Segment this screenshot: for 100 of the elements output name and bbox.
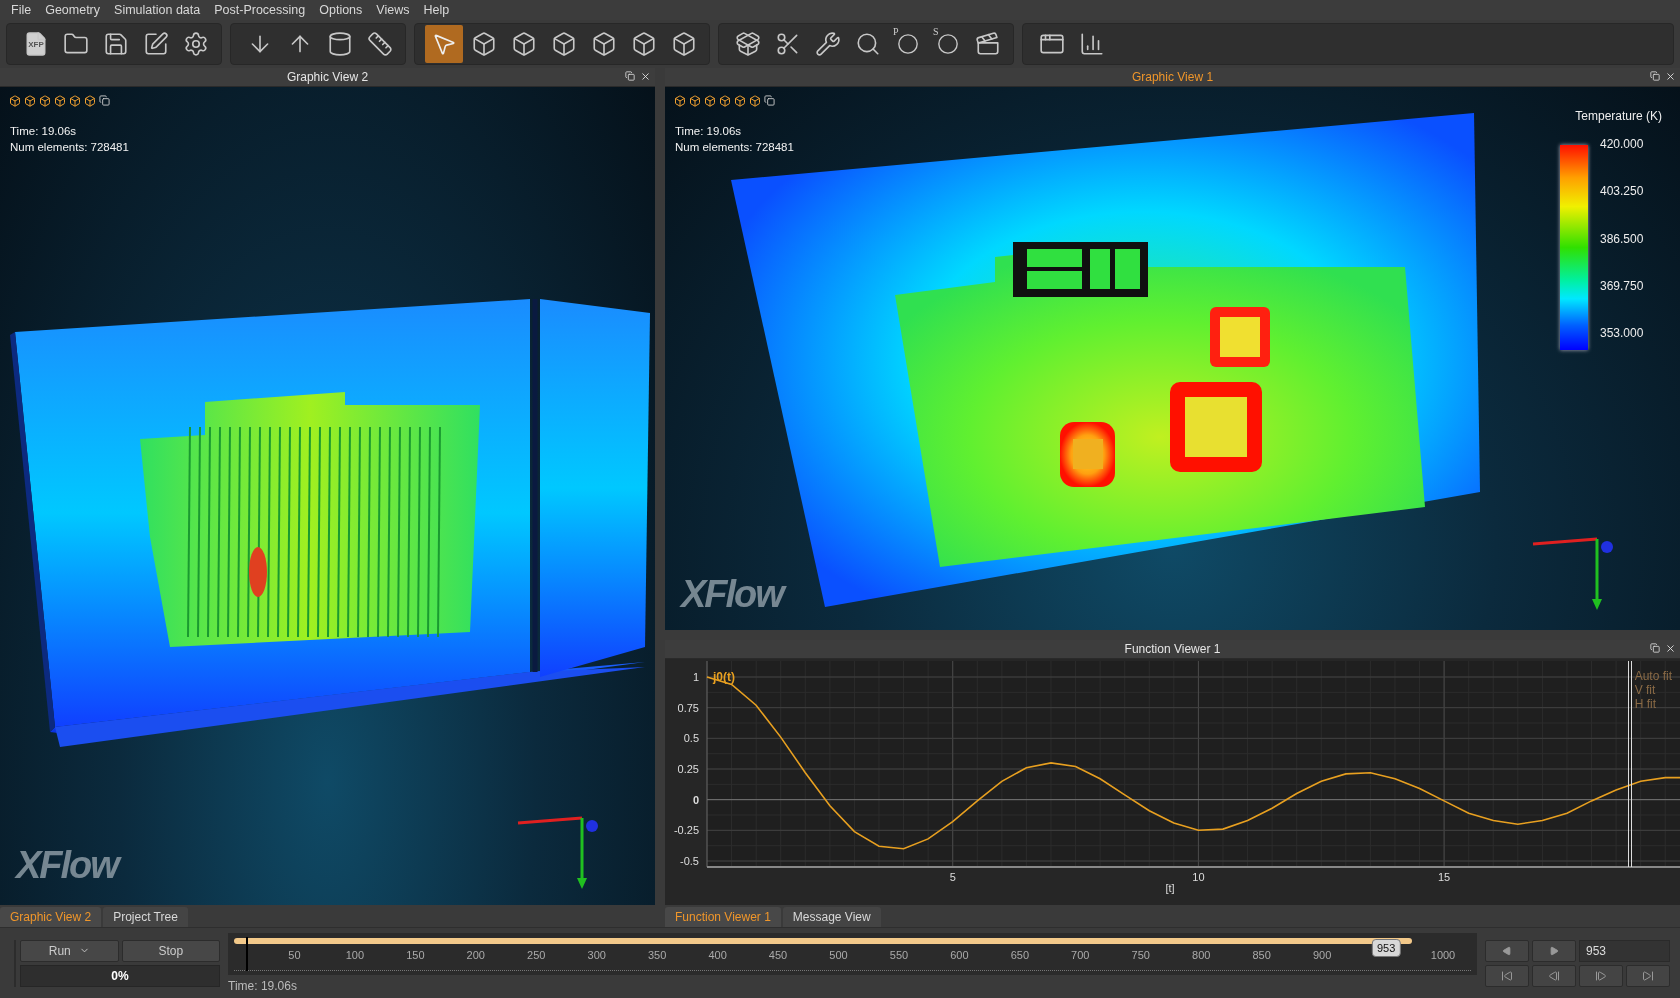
cube-icon[interactable] (689, 95, 701, 107)
cube-icon[interactable] (591, 31, 617, 57)
timeline-tick-label: 800 (1192, 949, 1211, 961)
cube-icon[interactable] (84, 95, 96, 107)
legend-value: 420.000 (1600, 137, 1645, 153)
cylinder-icon[interactable] (327, 31, 353, 57)
progress-bar: 0% (20, 964, 220, 987)
first-frame-button[interactable] (1485, 964, 1529, 987)
tab[interactable]: Message View (782, 907, 881, 927)
close-button[interactable] (1664, 70, 1676, 82)
circle-icon[interactable] (937, 33, 959, 55)
timeline-tick-label: 700 (1071, 949, 1090, 961)
cube-icon[interactable] (551, 31, 577, 57)
search-icon[interactable] (855, 31, 881, 57)
cube-icon[interactable] (704, 95, 716, 107)
y-tick-label: 0 (692, 793, 699, 806)
bar-chart-icon[interactable] (1079, 31, 1105, 57)
menu-item[interactable]: Help (416, 3, 457, 17)
timeline-slider[interactable]: 50 100 150 200 250 300 350 400 450 500 550 600 650 700 750 800 850 900 1000 953 (228, 933, 1477, 975)
timeline-tick-label: 450 (768, 949, 788, 961)
toolbar-button[interactable]: S (929, 25, 967, 63)
play-button[interactable] (1532, 939, 1576, 962)
settings-icon[interactable] (183, 31, 209, 57)
last-frame-button[interactable] (1626, 964, 1670, 987)
restore-button[interactable] (624, 70, 636, 82)
circle-icon[interactable] (897, 33, 919, 55)
legend-value: 369.750 (1600, 278, 1645, 295)
step-forward-button[interactable] (1579, 964, 1623, 987)
cube-icon[interactable] (631, 31, 657, 57)
cube-icon[interactable] (54, 95, 66, 107)
triangle-left-icon (1502, 945, 1512, 956)
timeline-tick-label: 750 (1131, 949, 1150, 961)
legend-value: 403.250 (1600, 184, 1645, 201)
restore-button[interactable] (1649, 70, 1661, 82)
restore-icon (625, 71, 635, 81)
cube-icon[interactable] (39, 95, 51, 107)
cube-icon[interactable] (674, 95, 686, 107)
tab[interactable]: Graphic View 2 (0, 907, 102, 927)
panel-title: Function Viewer 1 (1124, 642, 1221, 656)
menu-item[interactable]: Simulation data (107, 3, 208, 17)
cube-icon[interactable] (749, 95, 761, 107)
y-tick-label: 0.75 (677, 701, 699, 714)
cube-icon[interactable] (24, 95, 36, 107)
tab[interactable]: Function Viewer 1 (665, 907, 781, 927)
timeline-marker (246, 937, 248, 971)
close-icon (1664, 642, 1676, 654)
graphic-view[interactable]: Time: 19.06s Num elements: 728481 XFlow (0, 87, 655, 905)
x-tick-label: 15 (1438, 871, 1451, 883)
timeline-tick-label: 100 (345, 949, 365, 961)
cube-icon[interactable] (69, 95, 81, 107)
legend-title: Temperature (K) (1575, 109, 1662, 123)
time-label: Time: 19.06s (10, 125, 78, 137)
close-icon (639, 70, 651, 82)
y-tick-label: 1 (692, 671, 699, 683)
cube-icon[interactable] (9, 95, 21, 107)
skip-back-icon (1501, 969, 1513, 982)
panel-title: Graphic View 1 (1131, 70, 1214, 84)
element-count-label: Num elements: 728481 (675, 141, 794, 153)
wrench-icon[interactable] (815, 31, 841, 57)
clapperboard-icon[interactable] (975, 31, 1001, 57)
element-count-label: Num elements: 728481 (10, 141, 129, 153)
stop-button[interactable]: Stop (121, 939, 220, 962)
toolbar-button[interactable] (425, 25, 463, 63)
tab[interactable]: Project Tree (103, 907, 188, 927)
toolbar-button[interactable]: P (889, 25, 927, 63)
skip-forward-icon (1642, 969, 1654, 982)
cube-icon[interactable] (671, 31, 697, 57)
cube-icon[interactable] (719, 95, 731, 107)
cursor-line[interactable] (1628, 661, 1632, 867)
menu-item[interactable]: Views (369, 3, 417, 17)
graphic-view[interactable]: Time: 19.06s Num elements: 728481 Temperature (K) 420.000 403.250 386.500 369.750 353.000 XFlow (665, 87, 1680, 630)
time-label: Time: 19.06s (228, 979, 298, 993)
frame-field[interactable]: 953 (1579, 939, 1670, 962)
x-tick-label: 10 (1192, 871, 1205, 883)
panel-title: Graphic View 2 (286, 70, 369, 84)
timeline-tick-label: 600 (950, 949, 969, 961)
y-tick-label: 0.5 (683, 732, 699, 745)
menu-item[interactable]: Post-Processing (207, 3, 313, 17)
previous-button[interactable] (1485, 939, 1529, 962)
timeline-thumb[interactable]: 953 (1372, 939, 1401, 957)
toolbar-button[interactable]: XFP (17, 25, 55, 63)
timeline-tick-label: 300 (587, 949, 606, 961)
close-button[interactable] (639, 70, 651, 82)
cube-icon[interactable] (734, 95, 746, 107)
timeline-tick-label: 900 (1312, 949, 1332, 961)
restore-button[interactable] (1649, 642, 1661, 654)
series-label: j0(t) (713, 670, 735, 684)
cube-icon[interactable] (511, 31, 537, 57)
close-button[interactable] (1664, 642, 1676, 654)
ruler-icon[interactable] (367, 31, 393, 57)
menu-item[interactable]: File (4, 3, 39, 17)
step-back-button[interactable] (1532, 964, 1576, 987)
timeline-tick-label: 500 (829, 949, 848, 961)
run-button[interactable]: Run (20, 939, 119, 962)
menu-item[interactable]: Options (312, 3, 370, 17)
menu-item[interactable]: Geometry (38, 3, 108, 17)
step-back-icon (1548, 969, 1560, 982)
x-axis-label: [t] (1165, 882, 1175, 894)
timeline-tick-label: 350 (647, 949, 667, 961)
cube-icon[interactable] (471, 31, 497, 57)
